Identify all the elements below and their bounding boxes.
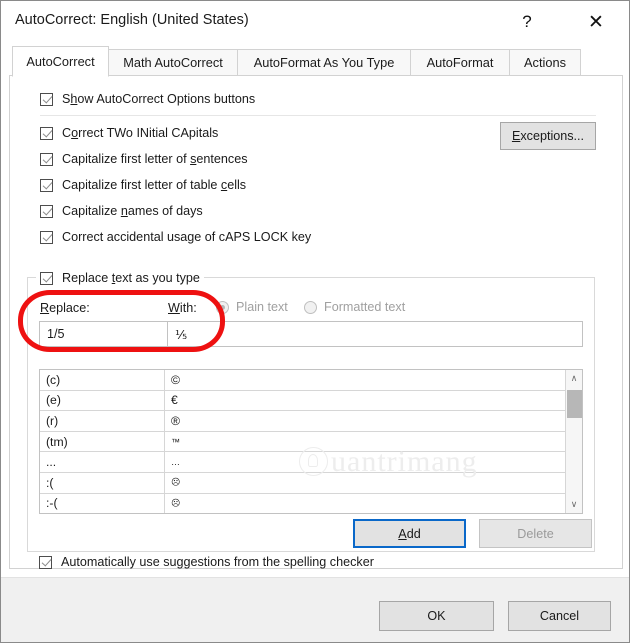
table-row[interactable]: (tm) ™ — [40, 431, 565, 453]
cancel-button-label: Cancel — [539, 609, 580, 623]
delete-button-label: Delete — [517, 526, 554, 541]
checkbox-box[interactable] — [40, 204, 53, 218]
row-replace: :-( — [40, 493, 165, 513]
checkbox-capitalize-names-of-days[interactable]: Capitalize names of days — [40, 204, 203, 218]
table-row[interactable]: (e) € — [40, 390, 565, 412]
dialog-footer: OK Cancel — [1, 577, 629, 642]
radio-dot[interactable] — [304, 300, 317, 314]
close-icon[interactable]: ✕ — [573, 1, 619, 43]
scroll-down-icon[interactable]: ∨ — [566, 496, 582, 513]
tab-autocorrect[interactable]: AutoCorrect — [12, 46, 109, 77]
radio-dot[interactable] — [216, 300, 229, 314]
tab-autoformat-as-you-type[interactable]: AutoFormat As You Type — [237, 49, 411, 76]
row-replace: (c) — [40, 370, 165, 390]
ok-button[interactable]: OK — [379, 601, 494, 631]
checkbox-box[interactable] — [40, 152, 53, 166]
divider — [40, 115, 596, 116]
add-button[interactable]: Add — [353, 519, 466, 548]
title-bar: AutoCorrect: English (United States) ? ✕ — [1, 1, 629, 43]
tab-label: Actions — [524, 55, 566, 70]
checkbox-label: Capitalize first letter of table cells — [62, 178, 247, 192]
replace-with-input-row[interactable]: 1/5 ⅕ — [39, 321, 583, 347]
row-with: ™ — [171, 436, 180, 447]
radio-label: Plain text — [236, 300, 288, 314]
table-row[interactable]: :-( ☹ — [40, 493, 565, 513]
with-label: With: — [168, 301, 197, 315]
tab-actions[interactable]: Actions — [509, 49, 581, 76]
help-icon[interactable]: ? — [504, 1, 550, 43]
checkbox-capitalize-first-letter-table-cells[interactable]: Capitalize first letter of table cells — [40, 178, 246, 192]
scroll-up-icon[interactable]: ∧ — [566, 370, 582, 387]
checkbox-label: Correct accidental usage of cAPS LOCK ke… — [62, 230, 312, 244]
radio-formatted-text[interactable]: Formatted text — [304, 300, 405, 314]
tab-label: AutoCorrect — [26, 54, 95, 69]
autocorrect-entries-list[interactable]: (c) © (e) € (r) ® (tm) ™ ... … :( ☹:-(… — [39, 369, 583, 514]
checkbox-label: Automatically use suggestions from the s… — [61, 555, 374, 569]
table-row[interactable]: (c) © — [40, 370, 565, 391]
checkbox-label: Correct TWo INitial CApitals — [62, 126, 219, 140]
replace-input[interactable]: 1/5 — [40, 322, 168, 346]
row-with: ® — [171, 413, 180, 428]
row-replace: ... — [40, 452, 165, 472]
tab-label: AutoFormat As You Type — [253, 55, 395, 70]
tab-math-autocorrect[interactable]: Math AutoCorrect — [108, 49, 238, 76]
cancel-button[interactable]: Cancel — [508, 601, 611, 631]
add-button-label: Add — [398, 526, 421, 541]
tab-label: AutoFormat — [426, 55, 494, 70]
entries-rows: (c) © (e) € (r) ® (tm) ™ ... … :( ☹:-(… — [40, 370, 565, 513]
with-input[interactable]: ⅕ — [168, 322, 582, 346]
checkbox-correct-two-initial-capitals[interactable]: Correct TWo INitial CApitals — [40, 126, 218, 140]
checkbox-correct-caps-lock[interactable]: Correct accidental usage of cAPS LOCK ke… — [40, 230, 311, 244]
tab-strip: AutoCorrect Math AutoCorrect AutoFormat … — [1, 43, 629, 77]
checkbox-box[interactable] — [39, 555, 52, 569]
checkbox-capitalize-first-letter-sentences[interactable]: Capitalize first letter of sentences — [40, 152, 248, 166]
exceptions-button[interactable]: Exceptions... — [500, 122, 596, 150]
row-replace: (tm) — [40, 431, 165, 452]
checkbox-box[interactable] — [40, 178, 53, 192]
scrollbar-thumb[interactable] — [567, 390, 582, 418]
table-row[interactable]: :( ☹ — [40, 472, 565, 494]
row-with: ☹ — [171, 497, 181, 508]
ok-button-label: OK — [427, 609, 446, 623]
row-with: € — [171, 393, 178, 408]
exceptions-button-label: Exceptions... — [511, 129, 585, 143]
checkbox-box[interactable] — [40, 92, 53, 106]
checkbox-show-autocorrect-options[interactable]: Show AutoCorrect Options buttons — [40, 92, 255, 106]
row-replace: (e) — [40, 390, 165, 411]
row-replace: :( — [40, 472, 165, 493]
delete-button[interactable]: Delete — [479, 519, 592, 548]
autocorrect-dialog: AutoCorrect: English (United States) ? ✕… — [0, 0, 630, 643]
list-scrollbar[interactable]: ∧ ∨ — [565, 370, 582, 513]
tab-label: Math AutoCorrect — [123, 55, 223, 70]
checkbox-use-spelling-suggestions[interactable]: Automatically use suggestions from the s… — [39, 555, 374, 569]
row-with: ☹ — [171, 477, 181, 488]
radio-label: Formatted text — [324, 300, 406, 314]
checkbox-box[interactable] — [40, 126, 53, 140]
checkbox-label: Replace text as you type — [62, 271, 200, 285]
groupbox-legend[interactable]: Replace text as you type — [36, 269, 204, 287]
checkbox-label: Capitalize first letter of sentences — [62, 152, 248, 166]
row-with: … — [171, 457, 180, 468]
row-with: © — [171, 372, 180, 387]
table-row[interactable]: ... … — [40, 452, 565, 473]
checkbox-box[interactable] — [40, 230, 53, 244]
table-row[interactable]: (r) ® — [40, 411, 565, 432]
row-replace: (r) — [40, 411, 165, 431]
checkbox-label: Capitalize names of days — [62, 204, 203, 218]
checkbox-label: Show AutoCorrect Options buttons — [62, 92, 256, 106]
replace-label: Replace: — [40, 301, 90, 315]
dialog-title: AutoCorrect: English (United States) — [15, 12, 249, 28]
checkbox-box[interactable] — [40, 271, 53, 285]
tab-autoformat[interactable]: AutoFormat — [410, 49, 510, 76]
radio-plain-text[interactable]: Plain text — [216, 300, 288, 314]
